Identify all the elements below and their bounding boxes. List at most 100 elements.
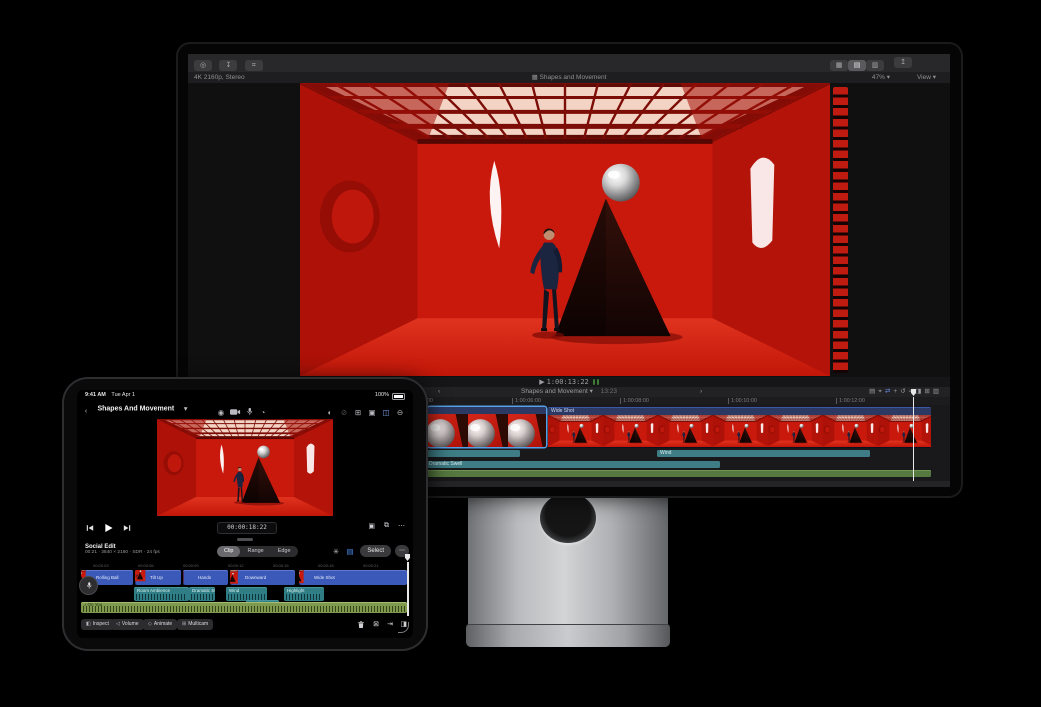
split-view-icon[interactable]: ◫ [379, 408, 393, 417]
ipad-project-title: Shapes And Movement [97, 405, 175, 413]
music-clip[interactable] [426, 470, 931, 477]
viewer-zoom-menu[interactable]: 47% ▾ [872, 72, 890, 83]
browser-grid-icon[interactable]: ⊞ [351, 408, 365, 417]
animate-button[interactable]: ◇ Animate [143, 619, 178, 630]
collapse-icon[interactable]: ⊖ [393, 408, 407, 417]
timer-icon[interactable]: ◔ [256, 408, 270, 417]
trash-icon[interactable] [357, 620, 365, 631]
filmstrip-view-icon[interactable]: ▥ [866, 60, 884, 71]
ruler-tick: 00:00:09 [183, 563, 199, 568]
camera-icon[interactable] [228, 408, 242, 418]
video-clip-closeup[interactable] [428, 407, 546, 447]
video-clip-downward[interactable]: Downward [230, 570, 295, 585]
snapshot-icon[interactable]: ⊠ [373, 620, 379, 628]
mic-icon[interactable] [242, 407, 256, 418]
import-media-icon[interactable]: ↧ [219, 60, 238, 71]
select-button[interactable]: Select [360, 545, 391, 557]
audio-clip-dramatic-swell[interactable]: Dramatic Swell [426, 461, 720, 468]
ruler-tick: 00:00:18 [318, 563, 334, 568]
ipad-playhead[interactable] [405, 554, 410, 616]
ruler-tick: 00:00:03 [93, 563, 109, 568]
appearance-icon[interactable]: ▥ [933, 388, 942, 395]
video-clip-wide-shot[interactable]: Wide Shot [299, 570, 407, 585]
ruler-tick: 1:00:06:00 [512, 397, 541, 405]
audio-meter-right[interactable] [596, 379, 599, 386]
inspect-button[interactable]: ◧ Inspect [81, 619, 114, 630]
voiceover-record-button[interactable] [79, 576, 98, 595]
browser-view-icon[interactable]: ▦ [830, 60, 848, 71]
audio-meter-left[interactable] [592, 379, 595, 386]
timeline-project-menu[interactable]: Shapes and Movement ▾ [521, 388, 593, 395]
ruler-tick: 00:00:12 [228, 563, 244, 568]
list-view-icon[interactable]: ▤ [848, 60, 866, 71]
settings-icon[interactable]: ✳ [329, 547, 343, 556]
sidebar-toggle-icon[interactable]: ◎ [194, 60, 212, 71]
undo-icon[interactable]: ↺ [900, 388, 908, 395]
ruler-tick: 00:00:06 [138, 563, 154, 568]
ruler-tick: 00:00:15 [273, 563, 289, 568]
ipad-nav-bar: ‹ Shapes And Movement ▾ ◉ ◔ ◐ ⊘ ⊞ ▣ ◫ ⊖ [77, 400, 413, 418]
stand-base [466, 625, 670, 647]
ipad-status-bar: 9:41 AM Tue Apr 1 100% [77, 390, 413, 400]
display-stand [466, 489, 670, 647]
snapping-icon[interactable]: ⊞ [924, 388, 932, 395]
panel-drag-handle[interactable] [237, 538, 253, 541]
ruler-tick: 1:00:08:00 [620, 397, 649, 405]
tools-icon[interactable]: ⌗ [244, 60, 263, 71]
mac-playhead[interactable] [911, 389, 916, 481]
loop-icon[interactable]: ▣ [368, 522, 375, 530]
position-tool-icon[interactable]: ⌖ [878, 388, 885, 395]
ipad-timeline-ruler[interactable]: 00:00:03 00:00:06 00:00:09 00:00:12 00:0… [77, 562, 413, 570]
timeline-next-icon[interactable]: › [700, 387, 702, 397]
ruler-tick: 1:00:12:00 [836, 397, 865, 405]
ipad-video-frame [157, 419, 333, 516]
battery-icon [392, 392, 405, 400]
music-clip-on-you[interactable]: ♪ On You [81, 602, 407, 613]
audio-clip-room-ambience[interactable]: Room Ambience [134, 587, 189, 601]
ipad-play-button[interactable] [101, 523, 115, 535]
more-icon[interactable]: ⋯ [398, 522, 405, 530]
viewer-icon[interactable]: ▣ [365, 408, 379, 417]
overwrite-icon[interactable]: ⇥ [387, 620, 393, 628]
ruler-tick: 1:00:10:00 [728, 397, 757, 405]
viewer-view-menu[interactable]: View ▾ [917, 72, 936, 83]
mode-edge[interactable]: Edge [271, 546, 298, 557]
share-icon[interactable]: ↥ [894, 57, 912, 68]
light-strip-graphic [833, 87, 848, 373]
audio-clip-wind[interactable]: Wind [657, 450, 870, 457]
ruler-tick: 00:00:21 [363, 563, 379, 568]
viewer-video-frame [300, 83, 830, 376]
mac-viewer [188, 83, 950, 377]
audio-clip-wind[interactable]: Wind [226, 587, 267, 601]
title-menu-icon[interactable]: ▾ [179, 404, 193, 413]
prev-frame-icon[interactable] [83, 524, 97, 534]
video-clip-hands[interactable]: Hands [183, 570, 228, 585]
audio-clip-dramatic-swell[interactable]: Dramatic Swell [189, 587, 215, 601]
back-chevron-icon[interactable]: ‹ [79, 406, 93, 415]
video-clip-wide-shot[interactable]: Wide Shot [548, 407, 931, 448]
ipad-project-bar: Social Edit 00:21 · 3840 × 2160 · SDR · … [77, 542, 413, 562]
ipad-timeline-clips: Rolling Ball Tilt Up Hands Downward Wide… [77, 554, 413, 616]
disabled-tool-icon: ⊘ [340, 408, 348, 418]
next-frame-icon[interactable] [120, 524, 134, 534]
mode-range[interactable]: Range [240, 546, 270, 557]
jog-wheel-icon[interactable]: ◐ [323, 408, 337, 417]
mode-clip[interactable]: Clip [217, 546, 241, 557]
media-browser-icon[interactable]: ▤ [343, 547, 357, 556]
project-icon: ▦ [531, 74, 540, 81]
record-icon[interactable]: ◉ [214, 408, 228, 417]
audio-clip-highlight[interactable]: Highlight [284, 587, 324, 601]
multicam-button[interactable]: ⊞ Multicam [177, 619, 214, 630]
viewer-title: Shapes and Movement [539, 74, 607, 81]
resize-icon[interactable]: ⧉ [384, 522, 389, 530]
video-clip-tilt-up[interactable]: Tilt Up [135, 570, 181, 585]
timeline-index-icon[interactable]: ▤ [869, 388, 878, 395]
ipad-viewer [77, 418, 413, 518]
play-button[interactable]: ▶ [539, 379, 544, 386]
mac-toolbar: ◎ ↧ ⌗ ▦ ▤ ▥ ↥ [188, 54, 950, 73]
clip-thumbnails [548, 415, 931, 448]
volume-button[interactable]: ◁ Volume [111, 619, 144, 630]
clip-name: Wide Shot [548, 408, 931, 415]
audio-clip[interactable] [426, 450, 520, 457]
timeline-tools: ▤⌖⇄+↺≈◨⊞▥ [869, 387, 942, 397]
